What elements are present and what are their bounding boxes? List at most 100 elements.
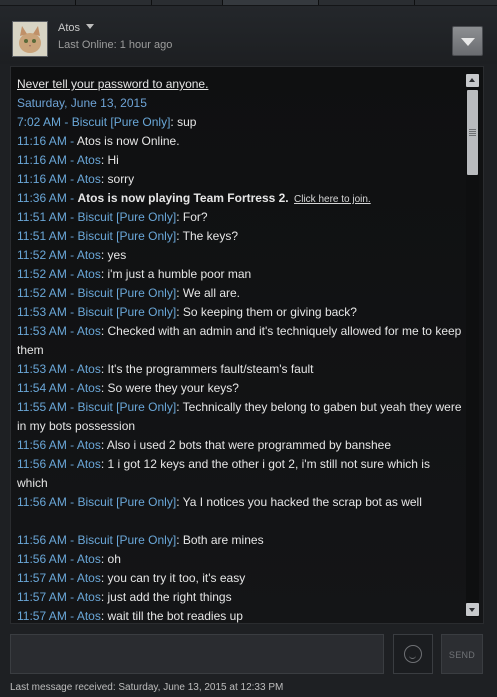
status-text: Atos is now playing Team Fortress 2. [77, 191, 289, 205]
message-timestamp: 11:53 AM [17, 324, 67, 338]
message-input[interactable] [10, 634, 384, 674]
friend-name: Atos [58, 22, 81, 34]
chat-header: Atos Last Online: 1 hour ago [0, 6, 497, 64]
tab-2[interactable] [76, 0, 152, 5]
send-button[interactable]: SEND [441, 634, 483, 674]
cat-avatar-icon [13, 22, 47, 56]
message-timestamp: 11:57 AM [17, 571, 67, 585]
message-sender: Biscuit [Pure Only] [77, 286, 177, 300]
message-sender: Biscuit [Pure Only] [77, 305, 177, 319]
chat-message: 11:16 AM - Atos is now Online. [17, 132, 462, 151]
separator: - [66, 248, 77, 262]
chat-log[interactable]: Never tell your password to anyone. Satu… [10, 66, 484, 624]
scroll-thumb[interactable] [467, 90, 478, 175]
colon: : [176, 286, 183, 300]
status-text: Atos is now Online. [76, 134, 180, 148]
chat-message: 11:56 AM - Atos: Also i used 2 bots that… [17, 436, 462, 455]
message-timestamp: 11:36 AM [17, 191, 67, 205]
chat-message: 11:53 AM - Biscuit [Pure Only]: So keepi… [17, 303, 462, 322]
separator: - [66, 381, 77, 395]
join-game-link[interactable]: Click here to join. [294, 194, 371, 205]
chat-message: 11:51 AM - Biscuit [Pure Only]: The keys… [17, 227, 462, 246]
message-timestamp: 11:56 AM [17, 552, 67, 566]
message-sender: Biscuit [Pure Only] [77, 533, 177, 547]
colon: : [100, 552, 108, 566]
chat-scrollbar[interactable] [466, 73, 479, 617]
message-text: i'm just a humble poor man [107, 267, 252, 281]
message-timestamp: 11:52 AM [17, 267, 67, 281]
separator: - [66, 305, 78, 319]
message-text: you can try it too, it's easy [107, 571, 246, 585]
chat-message: 11:36 AM - Atos is now playing Team Fort… [17, 189, 462, 209]
chat-menu-button[interactable] [452, 26, 483, 56]
separator: - [66, 590, 77, 604]
message-timestamp: 11:16 AM [17, 153, 67, 167]
tab-active[interactable] [223, 0, 319, 5]
message-timestamp: 11:55 AM [17, 400, 67, 414]
separator: - [66, 153, 77, 167]
message-sender: Biscuit [Pure Only] [77, 400, 177, 414]
message-text: The keys? [182, 229, 238, 243]
tab-5[interactable] [319, 0, 415, 5]
separator: - [66, 267, 77, 281]
message-sender: Atos [76, 248, 101, 262]
colon: : [100, 267, 108, 281]
colon: : [176, 305, 183, 319]
chat-message: 11:56 AM - Biscuit [Pure Only]: Ya I not… [17, 493, 462, 512]
chat-message: 11:57 AM - Atos: wait till the bot readi… [17, 607, 462, 623]
message-sender: Atos [76, 438, 101, 452]
separator: - [66, 172, 77, 186]
separator: - [66, 229, 78, 243]
tab-3[interactable] [152, 0, 223, 5]
avatar[interactable] [12, 21, 48, 57]
colon: : [100, 571, 108, 585]
tab-6[interactable] [415, 0, 497, 5]
separator: - [66, 609, 77, 623]
separator: - [66, 533, 78, 547]
message-timestamp: 11:51 AM [17, 210, 67, 224]
chat-message: 11:52 AM - Biscuit [Pure Only]: We all a… [17, 284, 462, 303]
message-timestamp: 11:56 AM [17, 495, 67, 509]
message-text: sup [177, 115, 197, 129]
message-timestamp: 11:57 AM [17, 590, 67, 604]
message-timestamp: 11:57 AM [17, 609, 67, 623]
message-sender: Atos [76, 552, 101, 566]
emoticon-button[interactable] [393, 634, 433, 674]
message-timestamp: 11:16 AM [17, 134, 67, 148]
colon: : [100, 153, 108, 167]
message-timestamp: 11:53 AM [17, 362, 67, 376]
message-sender: Atos [76, 153, 101, 167]
caret-down-icon [86, 24, 95, 29]
chat-message: 11:53 AM - Atos: It's the programmers fa… [17, 360, 462, 379]
separator: - [61, 115, 72, 129]
scroll-up-button[interactable] [466, 74, 479, 87]
message-timestamp: 11:16 AM [17, 172, 67, 186]
message-timestamp: 11:52 AM [17, 248, 67, 262]
friend-name-dropdown[interactable]: Atos [58, 22, 95, 34]
tab-1[interactable] [0, 0, 76, 5]
chat-message: 11:56 AM - Atos: 1 i got 12 keys and the… [17, 455, 462, 493]
message-text: Both are mines [182, 533, 264, 547]
message-text: For? [182, 210, 208, 224]
chevron-down-icon [461, 38, 475, 46]
chat-message: 11:52 AM - Atos: i'm just a humble poor … [17, 265, 462, 284]
colon: : [100, 381, 108, 395]
separator: - [66, 191, 78, 205]
message-sender: Biscuit [Pure Only] [77, 210, 177, 224]
message-sender: Biscuit [Pure Only] [71, 115, 171, 129]
separator: - [66, 134, 77, 148]
separator: - [66, 324, 77, 338]
smiley-mouth [409, 655, 416, 659]
colon: : [100, 609, 108, 623]
chat-message: 11:54 AM - Atos: So were they your keys? [17, 379, 462, 398]
message-timestamp: 11:56 AM [17, 533, 67, 547]
message-text: We all are. [182, 286, 240, 300]
chat-message: 11:51 AM - Biscuit [Pure Only]: For? [17, 208, 462, 227]
scroll-down-button[interactable] [466, 603, 479, 616]
chat-message: 11:57 AM - Atos: you can try it too, it'… [17, 569, 462, 588]
separator: - [66, 552, 77, 566]
warning-text: Never tell your password to anyone. [17, 77, 209, 91]
message-timestamp: 11:56 AM [17, 457, 67, 471]
separator: - [66, 571, 77, 585]
separator: - [66, 362, 77, 376]
